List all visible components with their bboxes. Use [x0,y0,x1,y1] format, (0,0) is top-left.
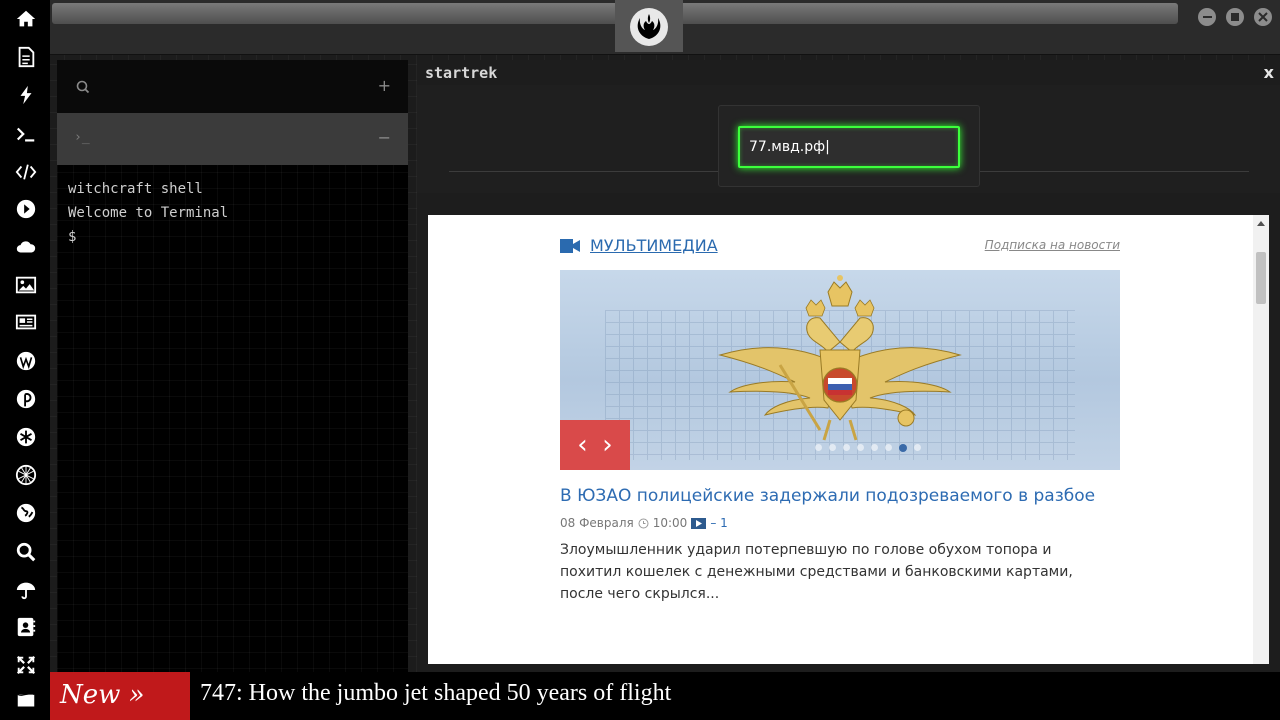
url-input[interactable]: 77.мвд.рф| [738,126,960,168]
maximize-button[interactable] [1226,8,1244,26]
news-description: Злоумышленник ударил потерпевшую по голо… [560,542,1073,602]
url-popup: 77.мвд.рф| [718,105,980,187]
video-camera-icon [560,239,580,253]
news-date: 08 Февраля [560,516,634,530]
flag-icon[interactable] [13,688,39,714]
multimedia-link[interactable]: МУЛЬТИМЕДИА [590,236,718,255]
news-headline-link[interactable]: В ЮЗАО полицейские задержали подозреваем… [560,486,1095,506]
play-icon[interactable] [13,196,39,222]
slider-dots [815,444,921,452]
slider-next-button[interactable]: › [602,432,612,458]
document-icon[interactable] [13,44,39,70]
terminal-icon[interactable] [13,121,39,147]
multimedia-header: МУЛЬТИМЕДИА Подписка на новости [560,235,1120,259]
terminal-line: witchcraft shell [68,181,203,197]
subscribe-link[interactable]: Подписка на новости [985,238,1120,252]
slider-dot[interactable] [914,444,921,451]
video-count[interactable]: – 1 [710,516,727,530]
slider-dot-active[interactable] [899,444,907,452]
slider-dot[interactable] [885,444,892,451]
close-window-button[interactable] [1254,8,1272,26]
contacts-icon[interactable] [13,614,39,640]
mvd-emblem-image [718,275,962,441]
news-slider[interactable]: ‹ › [560,270,1120,470]
umbrella-icon[interactable] [13,577,39,603]
search-icon[interactable] [76,79,90,98]
terminal-panel: + ›_ − witchcraft shell Welcome to Termi… [57,60,408,672]
slider-dot[interactable] [829,444,836,451]
news-meta: 08 Февраля 10:00 – 1 [560,516,728,530]
news-ticker: New » 747: How the jumbo jet shaped 50 y… [50,672,1280,720]
desktop: + ›_ − witchcraft shell Welcome to Termi… [0,0,1280,720]
expand-icon[interactable] [13,652,39,678]
app-sidebar [0,0,50,720]
search-icon[interactable] [13,539,39,565]
slider-prev-button[interactable]: ‹ [577,432,587,458]
globe-net-icon[interactable] [13,462,39,488]
ticker-label: New » [50,672,190,720]
slider-dot[interactable] [843,444,850,451]
clock-icon [638,518,649,528]
rebel-alliance-icon [630,8,668,46]
terminal-prompt: $ [68,229,77,245]
terminal-prompt-icon: ›_ [74,130,90,145]
add-terminal-button[interactable]: + [378,76,391,95]
scroll-thumb[interactable] [1256,252,1266,304]
news-time: 10:00 [652,516,688,530]
terminal-search-bar[interactable]: + [57,60,408,113]
cloud-icon[interactable] [13,234,39,260]
image-icon[interactable] [13,272,39,298]
terminal-line: Welcome to Terminal [68,205,229,221]
ticker-headline[interactable]: 747: How the jumbo jet shaped 50 years o… [200,680,671,707]
bolt-icon[interactable] [13,82,39,108]
browser-window: startrek x 77.мвд.рф| МУЛЬТИМЕДИА Подпис… [417,60,1280,672]
top-bar [50,0,1280,55]
terminal-tab[interactable]: ›_ − [57,113,408,165]
home-icon[interactable] [13,6,39,32]
close-browser-button[interactable]: x [1264,63,1274,82]
code-icon[interactable] [13,159,39,185]
web-page: МУЛЬТИМЕДИА Подписка на новости ‹ › В ЮЗ… [428,215,1269,664]
newspaper-icon[interactable] [13,309,39,335]
wordpress-icon[interactable] [13,348,39,374]
slider-nav: ‹ › [560,420,630,470]
slider-dot[interactable] [871,444,878,451]
asterisk-icon[interactable] [13,424,39,450]
slider-dot[interactable] [857,444,864,451]
globe-icon[interactable] [13,500,39,526]
slider-dot[interactable] [815,444,822,451]
page-scrollbar[interactable] [1253,215,1269,664]
minimize-button[interactable] [1198,8,1216,26]
terminal-output[interactable]: witchcraft shell Welcome to Terminal $ [68,177,228,249]
collapse-terminal-button[interactable]: − [378,128,391,147]
video-icon [691,517,707,529]
scroll-up-arrow[interactable] [1257,221,1265,226]
window-title: startrek [425,64,498,82]
pinterest-icon[interactable] [13,386,39,412]
rebel-logo-tab[interactable] [615,0,683,52]
